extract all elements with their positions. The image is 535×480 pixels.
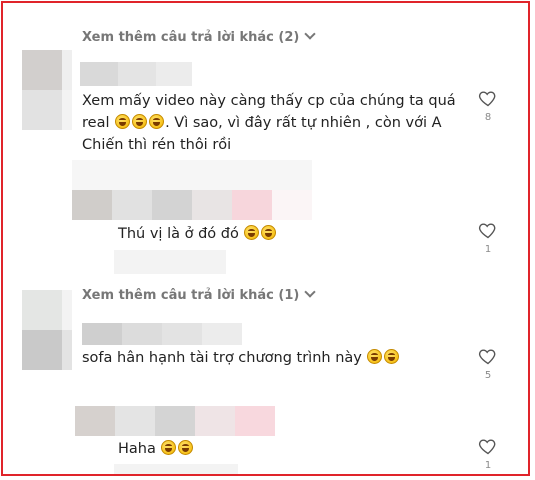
- like-button[interactable]: 5: [478, 346, 498, 381]
- chevron-down-icon: [304, 286, 316, 298]
- heart-icon: [478, 439, 496, 455]
- username-redacted[interactable]: [80, 62, 192, 86]
- reply-meta-redacted: [114, 250, 226, 274]
- like-count: 1: [484, 460, 492, 471]
- view-more-label: Xem thêm câu trả lời khác (2): [82, 30, 300, 45]
- like-button[interactable]: 8: [478, 88, 498, 123]
- reply-text: Haha: [118, 438, 194, 460]
- heart-icon: [478, 91, 496, 107]
- avatar[interactable]: [22, 290, 72, 370]
- grinning-face-emoji: [149, 114, 165, 129]
- grinning-face-emoji: [178, 440, 194, 455]
- reply-meta-redacted: [114, 464, 238, 474]
- username-redacted[interactable]: [82, 323, 242, 345]
- heart-icon: [478, 349, 496, 365]
- comment-text: sofa hân hạnh tài trợ chương trình này: [82, 347, 400, 369]
- reply-text: Thú vị là ở đó đó: [118, 223, 277, 245]
- view-more-label: Xem thêm câu trả lời khác (1): [82, 288, 300, 303]
- like-count: 8: [484, 112, 492, 123]
- chevron-down-icon: [304, 28, 316, 40]
- like-count: 1: [484, 244, 492, 255]
- grinning-face-emoji: [115, 114, 131, 129]
- heart-icon: [478, 223, 496, 239]
- like-count: 5: [484, 370, 492, 381]
- grinning-face-emoji: [261, 225, 277, 240]
- comment-text: Xem mấy video này càng thấy cp của chúng…: [82, 93, 456, 153]
- grinning-face-emoji: [367, 349, 383, 364]
- avatar[interactable]: [22, 50, 72, 130]
- grinning-face-emoji: [384, 349, 400, 364]
- view-more-replies-button[interactable]: Xem thêm câu trả lời khác (1): [82, 286, 316, 303]
- avatar[interactable]: [75, 406, 275, 436]
- grinning-face-emoji: [132, 114, 148, 129]
- avatar[interactable]: [72, 160, 312, 220]
- view-more-replies-button[interactable]: Xem thêm câu trả lời khác (2): [82, 28, 316, 45]
- grinning-face-emoji: [244, 225, 260, 240]
- like-button[interactable]: 1: [478, 436, 498, 471]
- grinning-face-emoji: [161, 440, 177, 455]
- like-button[interactable]: 1: [478, 220, 498, 255]
